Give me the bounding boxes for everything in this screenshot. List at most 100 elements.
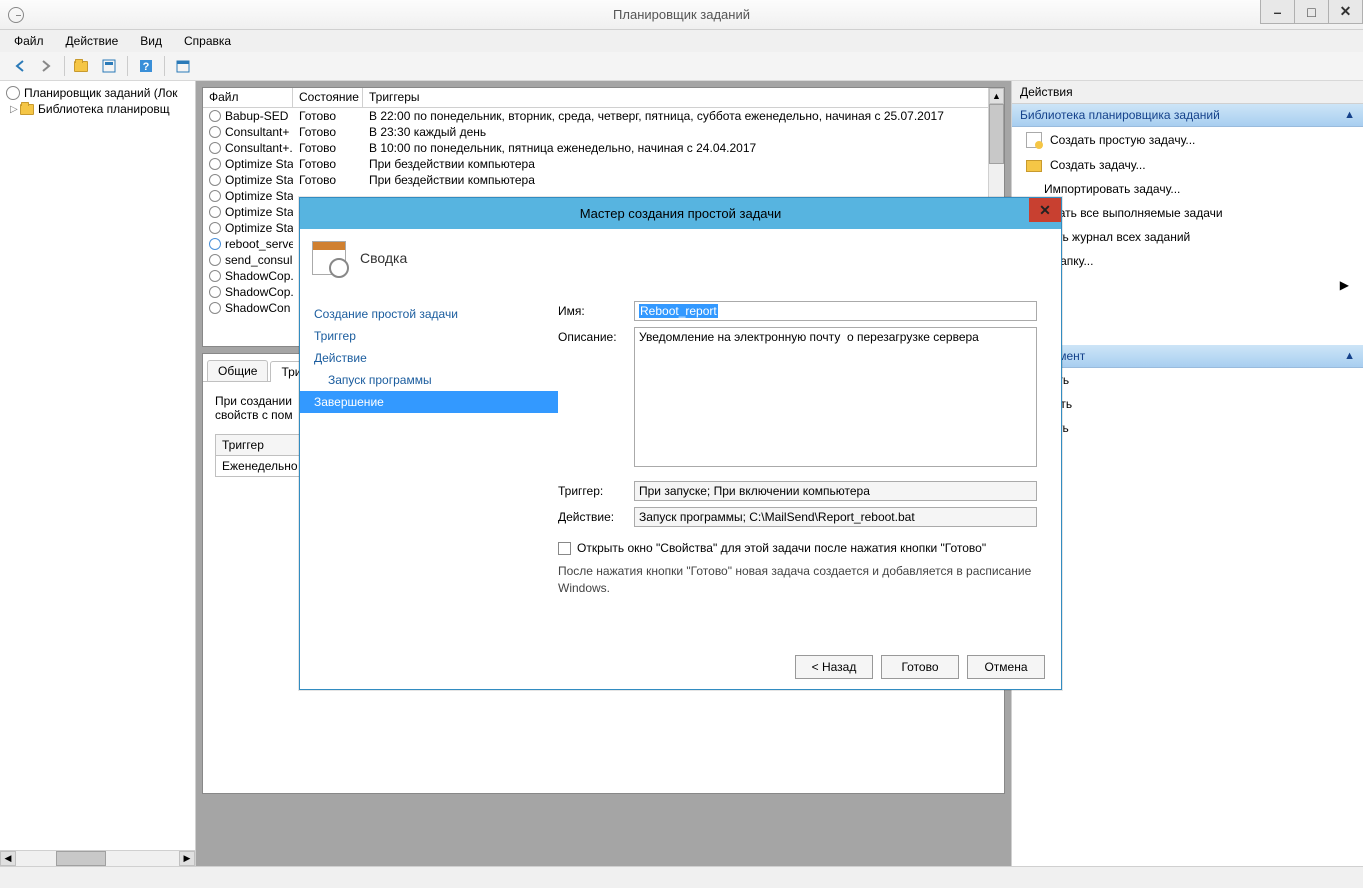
tree-root[interactable]: Планировщик заданий (Лок	[4, 85, 191, 101]
col-state[interactable]: Состояние	[293, 88, 363, 108]
minimize-button[interactable]: –	[1260, 0, 1295, 24]
task-name: ShadowCop...	[225, 285, 293, 299]
action-show-running[interactable]: ажать все выполняемые задачи	[1012, 201, 1363, 225]
task-name: send_consul...	[225, 253, 293, 267]
calendar-button[interactable]	[171, 54, 195, 78]
action-item-truncated-2[interactable]: ка	[1012, 321, 1363, 345]
task-row[interactable]: Consultant+ГотовоВ 23:30 каждый день	[203, 124, 1004, 140]
action-disable[interactable]: чить	[1012, 416, 1363, 440]
app-clock-icon	[8, 7, 24, 23]
task-clock-icon	[209, 286, 221, 298]
label-description: Описание:	[558, 327, 634, 467]
properties-button[interactable]	[97, 54, 121, 78]
task-name: Optimize Sta...	[225, 189, 293, 203]
task-row[interactable]: Consultant+...ГотовоВ 10:00 по понедельн…	[203, 140, 1004, 156]
menu-view[interactable]: Вид	[134, 32, 168, 50]
nav-back-button[interactable]	[8, 54, 32, 78]
task-name: reboot_server	[225, 237, 293, 251]
menu-action[interactable]: Действие	[60, 32, 125, 50]
task-name: ShadowCon	[225, 301, 290, 315]
task-row[interactable]: Babup-SEDГотовоВ 22:00 по понедельник, в…	[203, 108, 1004, 124]
task-name: Optimize Sta...	[225, 205, 293, 219]
close-window-button[interactable]: ✕	[1328, 0, 1363, 24]
action-create-task[interactable]: Создать задачу...	[1012, 153, 1363, 177]
menu-file[interactable]: Файл	[8, 32, 50, 50]
task-state: Готово	[293, 141, 363, 155]
cancel-button[interactable]: Отмена	[967, 655, 1045, 679]
col-file[interactable]: Файл	[203, 88, 293, 108]
action-item-truncated-1[interactable]: ить	[1012, 297, 1363, 321]
actions-section-selected[interactable]: ый элемент ▲	[1012, 345, 1363, 368]
checkbox-label[interactable]: Открыть окно "Свойства" для этой задачи …	[577, 541, 986, 555]
nav-trigger[interactable]: Триггер	[300, 325, 558, 347]
task-clock-icon	[209, 254, 221, 266]
input-description[interactable]	[634, 327, 1037, 467]
label-trigger: Триггер:	[558, 481, 634, 501]
action-import-task[interactable]: Импортировать задачу...	[1012, 177, 1363, 201]
tree-scrollbar[interactable]: ◀ ▶	[0, 850, 195, 866]
task-name-cell: Optimize Sta...	[203, 189, 293, 203]
task-clock-icon	[209, 110, 221, 122]
dialog-title-bar[interactable]: Мастер создания простой задачи ✕	[300, 198, 1061, 229]
actions-section-library[interactable]: Библиотека планировщика заданий ▲	[1012, 104, 1363, 127]
action-delete[interactable]: ь	[1012, 488, 1363, 512]
task-clock-icon	[209, 222, 221, 234]
new-task-icon	[1026, 160, 1042, 172]
status-bar	[0, 866, 1363, 888]
scroll-track[interactable]	[16, 851, 179, 866]
action-help-item[interactable]: ка	[1012, 512, 1363, 536]
tree-root-label: Планировщик заданий (Лок	[24, 86, 178, 100]
value-trigger: При запуске; При включении компьютера	[634, 481, 1037, 501]
up-level-button[interactable]	[71, 54, 95, 78]
dialog-footer: < Назад Готово Отмена	[300, 645, 1061, 689]
scheduler-icon	[6, 86, 20, 100]
task-row[interactable]: Optimize Sta...ГотовоПри бездействии ком…	[203, 156, 1004, 172]
wizard-dialog: Мастер создания простой задачи ✕ Сводка …	[299, 197, 1062, 690]
scroll-right-button[interactable]: ▶	[179, 851, 195, 866]
scroll-thumb[interactable]	[989, 104, 1004, 164]
task-row[interactable]: Optimize Sta...ГотовоПри бездействии ком…	[203, 172, 1004, 188]
tree-panel: Планировщик заданий (Лок ▷ Библиотека пл…	[0, 81, 196, 866]
collapse-icon[interactable]: ▲	[1344, 350, 1355, 362]
action-more[interactable]: ▶	[1012, 273, 1363, 297]
back-button[interactable]: < Назад	[795, 655, 873, 679]
action-enable-log[interactable]: чить журнал всех заданий	[1012, 225, 1363, 249]
nav-action[interactable]: Действие	[300, 347, 558, 369]
action-export[interactable]: т...	[1012, 440, 1363, 464]
task-name-cell: send_consul...	[203, 253, 293, 267]
expand-icon[interactable]: ▷	[10, 104, 20, 115]
task-name-cell: Optimize Sta...	[203, 173, 293, 187]
scroll-up-button[interactable]: ▲	[989, 88, 1004, 104]
col-triggers[interactable]: Триггеры	[363, 88, 1004, 108]
scroll-thumb[interactable]	[56, 851, 106, 866]
maximize-button[interactable]: □	[1294, 0, 1329, 24]
action-properties[interactable]: ва	[1012, 464, 1363, 488]
nav-create-task[interactable]: Создание простой задачи	[300, 303, 558, 325]
tab-general[interactable]: Общие	[207, 360, 268, 381]
finish-button[interactable]: Готово	[881, 655, 959, 679]
action-create-simple-task[interactable]: Создать простую задачу...	[1012, 127, 1363, 153]
dialog-close-button[interactable]: ✕	[1029, 198, 1061, 222]
form-row-trigger: Триггер: При запуске; При включении комп…	[558, 481, 1037, 501]
action-end[interactable]: шить	[1012, 392, 1363, 416]
input-name[interactable]: Reboot_report	[634, 301, 1037, 321]
task-clock-icon	[209, 174, 221, 186]
help-button[interactable]: ?	[134, 54, 158, 78]
task-trigger: В 10:00 по понедельник, пятница еженедел…	[363, 141, 1004, 155]
task-clock-icon	[209, 158, 221, 170]
collapse-icon[interactable]: ▲	[1344, 109, 1355, 121]
open-properties-checkbox[interactable]	[558, 542, 571, 555]
folder-icon	[20, 104, 34, 115]
task-name-cell: reboot_server	[203, 237, 293, 251]
task-name: Consultant+	[225, 125, 289, 139]
task-state: Готово	[293, 109, 363, 123]
scroll-left-button[interactable]: ◀	[0, 851, 16, 866]
nav-finish[interactable]: Завершение	[300, 391, 558, 413]
menu-help[interactable]: Справка	[178, 32, 237, 50]
action-run[interactable]: нить	[1012, 368, 1363, 392]
nav-run-program[interactable]: Запуск программы	[300, 369, 558, 391]
action-new-folder[interactable]: ь папку...	[1012, 249, 1363, 273]
tree-library[interactable]: ▷ Библиотека планировщ	[4, 101, 191, 117]
toolbar-separator	[164, 56, 165, 76]
nav-forward-button[interactable]	[34, 54, 58, 78]
